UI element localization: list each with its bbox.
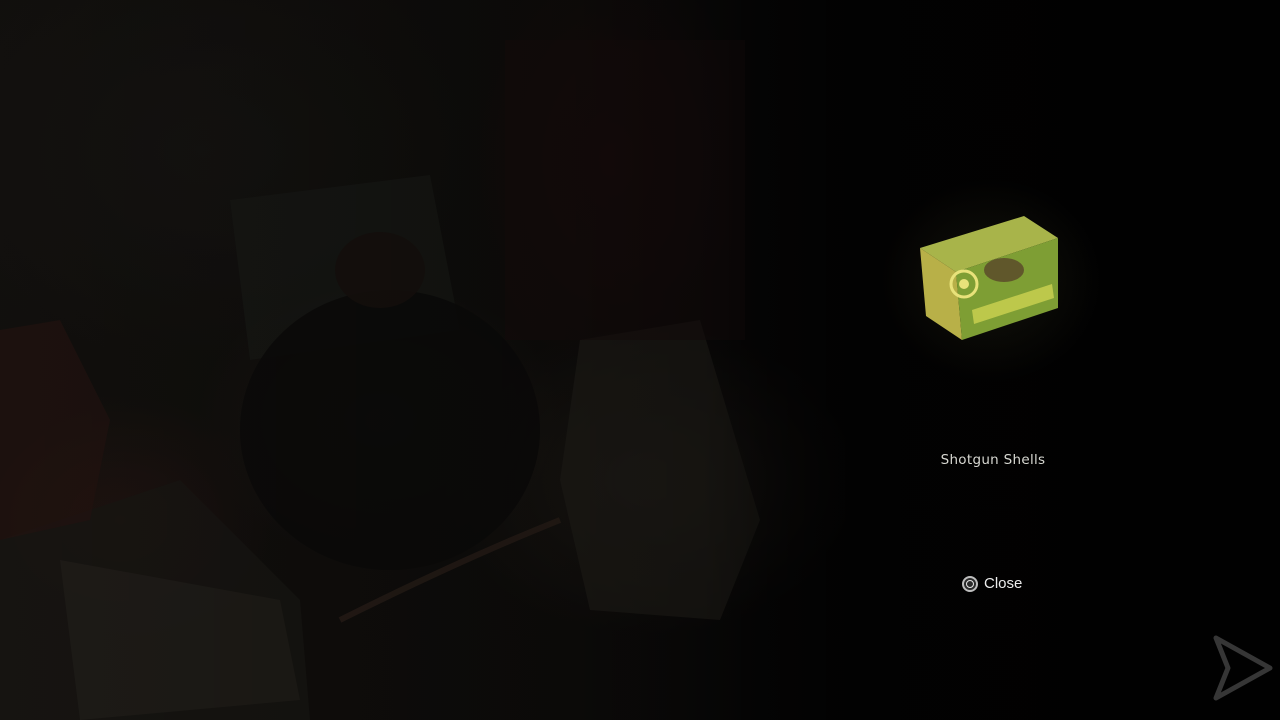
close-button[interactable]: Close bbox=[962, 575, 1022, 592]
circle-button-icon bbox=[962, 575, 978, 592]
item-name-label: Shotgun Shells bbox=[940, 452, 1046, 468]
close-label: Close bbox=[984, 575, 1023, 592]
play-arrow-watermark-icon bbox=[1213, 635, 1273, 701]
shotgun-shells-box-image bbox=[920, 216, 1058, 340]
